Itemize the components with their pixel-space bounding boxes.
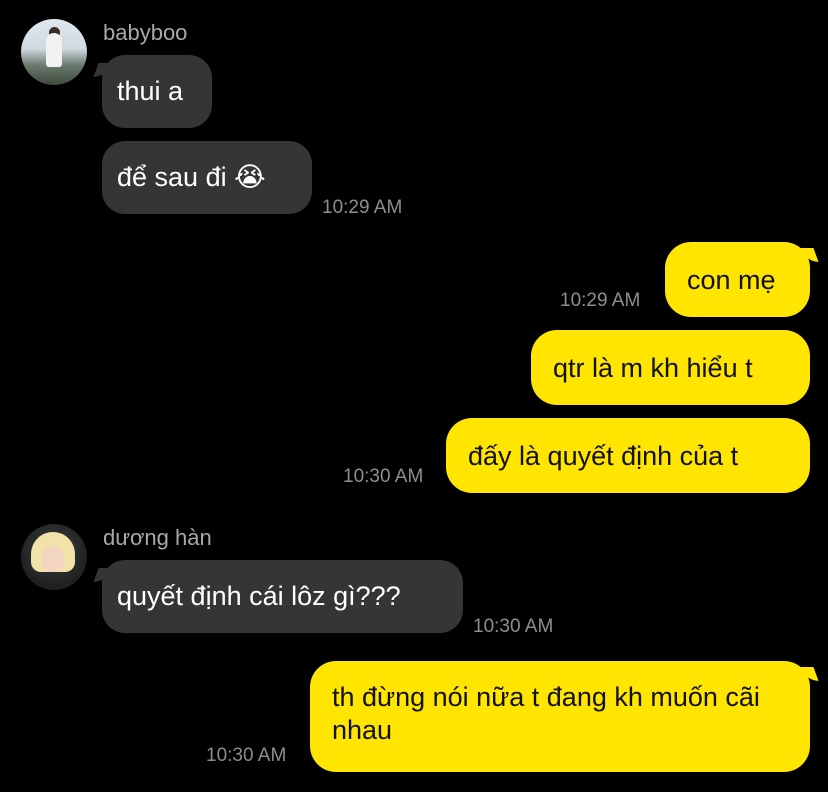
- message-text: đấy là quyết định của t: [468, 441, 739, 471]
- message-text: th đừng nói nữa t đang kh muốn cãi nhau: [332, 682, 760, 745]
- message-bubble-outgoing[interactable]: con mẹ: [665, 242, 810, 317]
- message-timestamp: 10:30 AM: [473, 616, 554, 637]
- message-timestamp: 10:29 AM: [322, 197, 403, 218]
- crying-emoji-icon: 😭: [234, 162, 266, 193]
- avatar-face: [42, 546, 64, 572]
- message-text: để sau đi: [117, 162, 227, 192]
- message-text: quyết định cái lôz gì???: [117, 581, 401, 611]
- avatar-babyboo[interactable]: [21, 19, 87, 85]
- message-bubble-outgoing[interactable]: đấy là quyết định của t: [446, 418, 810, 493]
- message-bubble-outgoing[interactable]: qtr là m kh hiểu t: [531, 330, 810, 405]
- message-text: con mẹ: [687, 265, 776, 295]
- sender-name: babyboo: [103, 20, 188, 45]
- message-timestamp: 10:30 AM: [206, 745, 287, 766]
- message-bubble-incoming[interactable]: để sau đi 😭: [102, 141, 312, 214]
- sender-name: dương hàn: [103, 525, 212, 550]
- message-timestamp: 10:29 AM: [560, 290, 641, 311]
- message-bubble-incoming[interactable]: quyết định cái lôz gì???: [102, 560, 463, 633]
- avatar-figure-body: [46, 33, 62, 67]
- avatar-duong-han[interactable]: [21, 524, 87, 590]
- message-text: qtr là m kh hiểu t: [553, 353, 753, 383]
- message-bubble-outgoing[interactable]: th đừng nói nữa t đang kh muốn cãi nhau: [310, 661, 810, 772]
- message-text: thui a: [117, 76, 184, 106]
- message-timestamp: 10:30 AM: [343, 466, 424, 487]
- message-bubble-incoming[interactable]: thui a: [102, 55, 212, 128]
